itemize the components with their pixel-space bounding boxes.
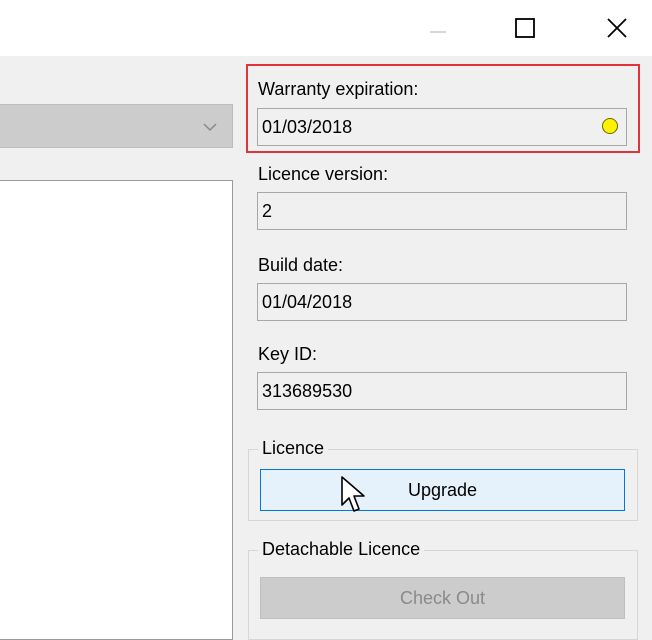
licence-version-value: 2 xyxy=(262,201,273,221)
status-dot-icon xyxy=(602,118,618,134)
chevron-down-icon xyxy=(203,123,217,132)
build-date-label: Build date: xyxy=(258,255,344,275)
licence-version-label: Licence version: xyxy=(258,164,389,184)
upgrade-button[interactable]: Upgrade xyxy=(260,469,625,511)
licence-list-panel[interactable] xyxy=(0,180,233,640)
title-bar xyxy=(0,0,652,56)
detachable-licence-group-title: Detachable Licence xyxy=(258,538,425,560)
warranty-expiration-value: 01/03/2018 xyxy=(262,117,353,137)
build-date-field[interactable]: 01/04/2018 xyxy=(257,283,627,321)
key-id-field[interactable]: 313689530 xyxy=(257,372,627,410)
key-id-value: 313689530 xyxy=(262,381,353,401)
close-button[interactable] xyxy=(587,0,647,56)
close-icon xyxy=(607,18,627,38)
maximize-icon xyxy=(515,18,535,38)
check-out-button[interactable]: Check Out xyxy=(260,577,625,619)
product-dropdown[interactable] xyxy=(0,104,233,148)
mouse-pointer-icon xyxy=(341,476,365,512)
warranty-expiration-label: Warranty expiration: xyxy=(258,79,419,99)
minimize-button[interactable] xyxy=(408,0,468,56)
licence-version-field[interactable]: 2 xyxy=(257,192,627,230)
maximize-button[interactable] xyxy=(495,0,555,56)
key-id-label: Key ID: xyxy=(258,344,318,364)
warranty-expiration-field[interactable]: 01/03/2018 xyxy=(257,108,627,146)
build-date-value: 01/04/2018 xyxy=(262,292,353,312)
minimize-icon xyxy=(430,31,446,33)
licence-group-title: Licence xyxy=(258,437,329,459)
